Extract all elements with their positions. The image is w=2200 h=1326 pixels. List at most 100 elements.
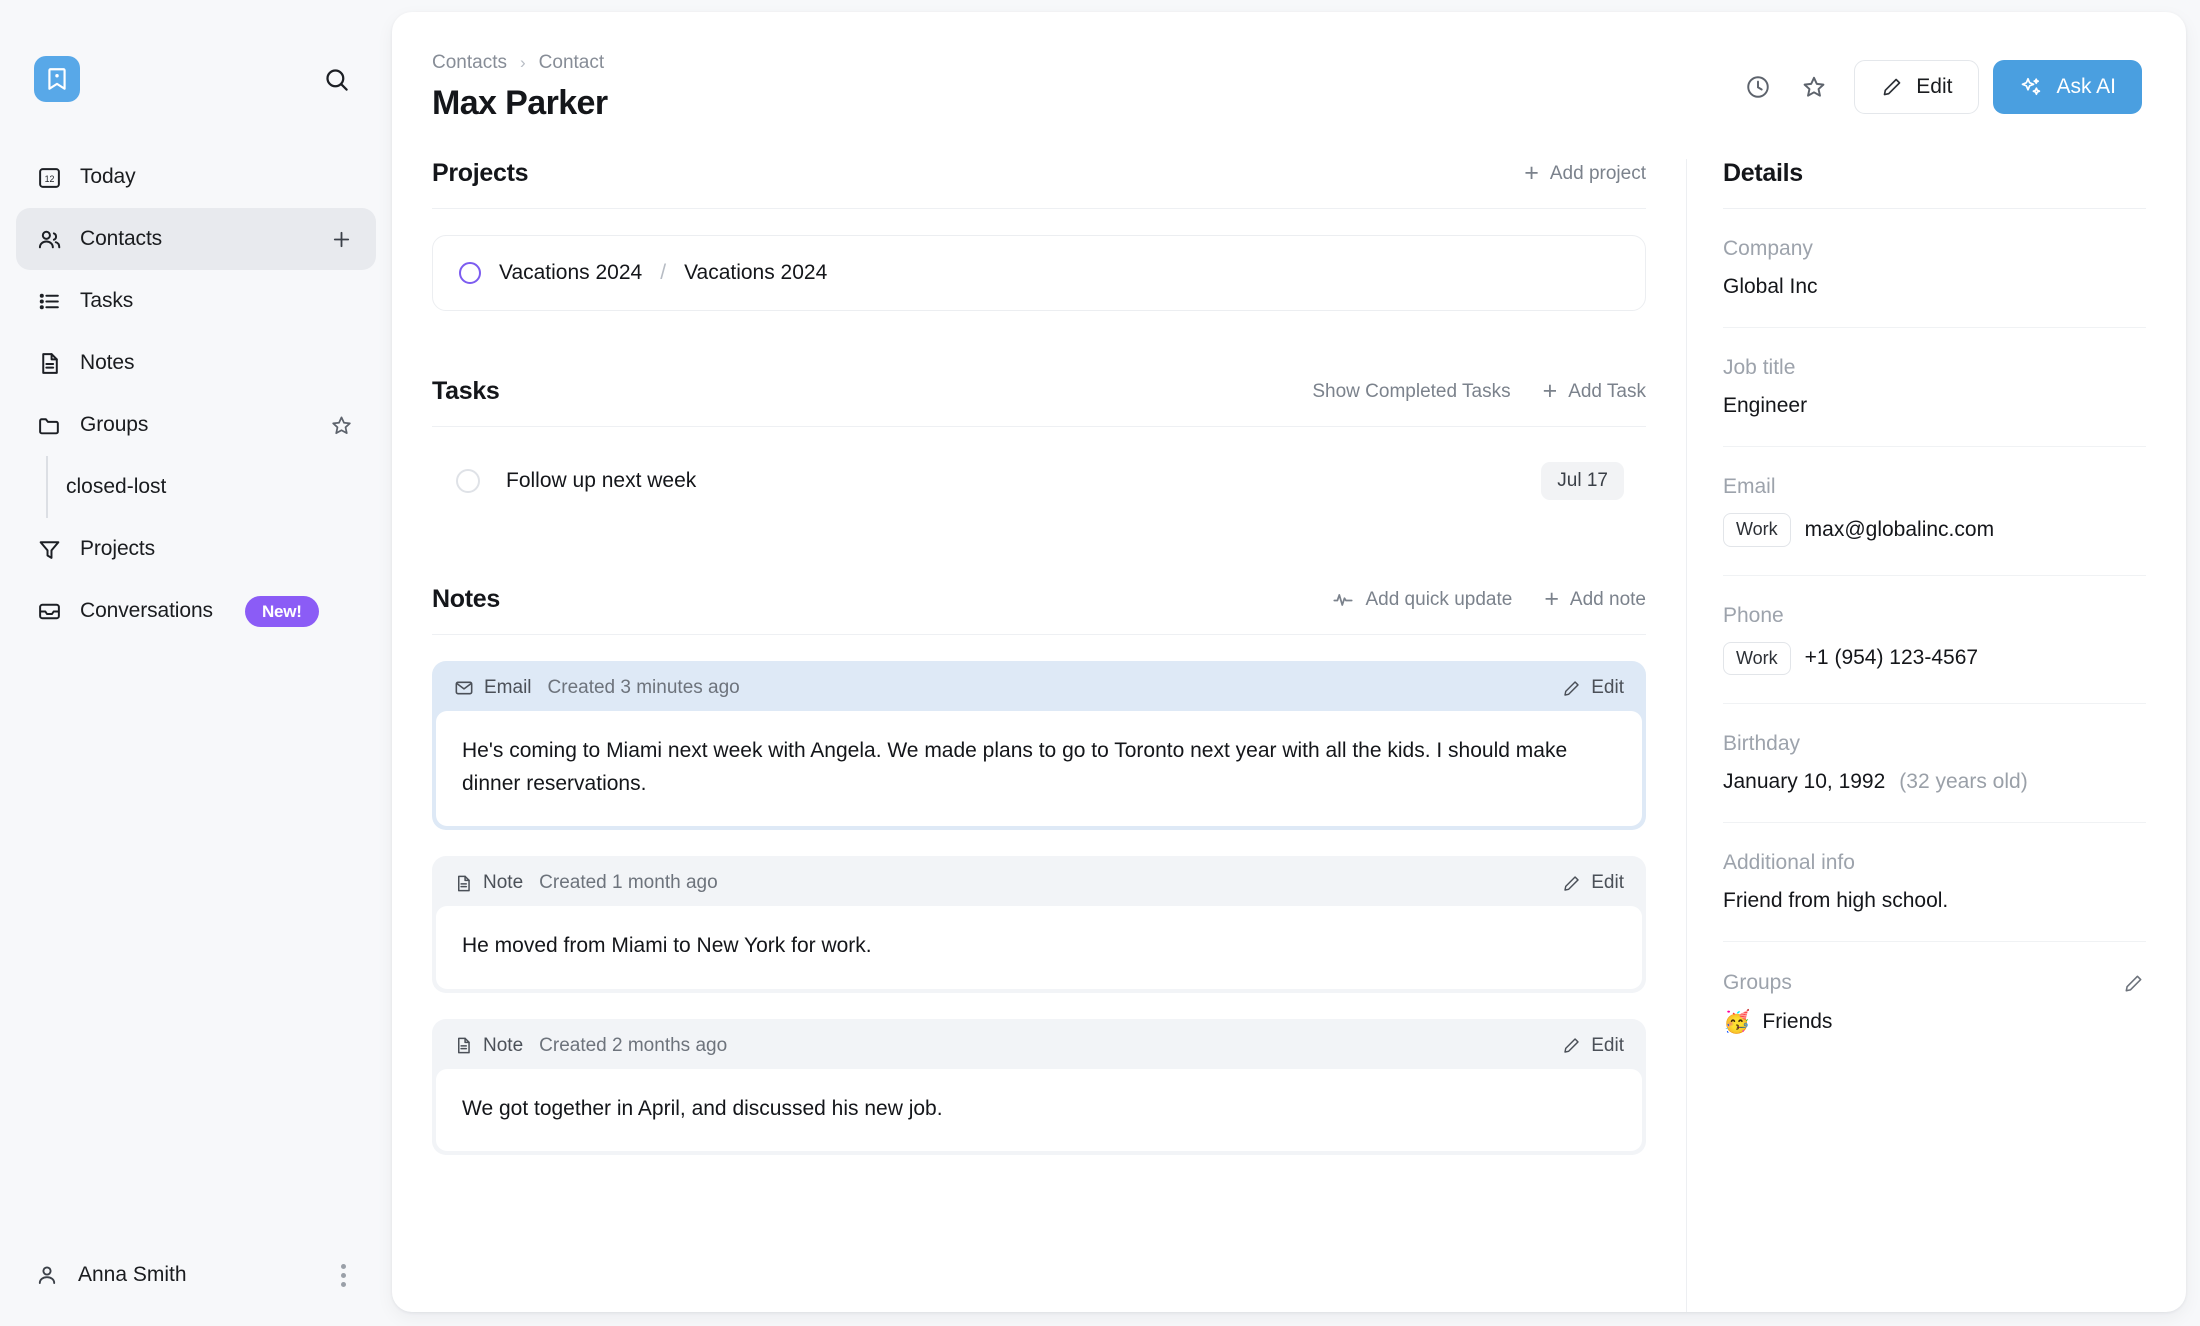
detail-additional-info[interactable]: Additional info Friend from high school.	[1723, 823, 2146, 943]
sidebar-item-label: Today	[80, 165, 136, 188]
note-card-header: Email Created 3 minutes ago Edit	[436, 665, 1642, 711]
note-kind: Note	[454, 872, 523, 894]
add-contact-button[interactable]	[326, 224, 356, 254]
more-vertical-icon[interactable]	[328, 1260, 358, 1290]
envelope-icon	[454, 678, 474, 698]
app-logo[interactable]	[34, 56, 80, 102]
tasks-section: Tasks Show Completed Tasks + Add Task Fo…	[432, 377, 1646, 517]
note-created: Created 1 month ago	[539, 872, 718, 894]
note-body: He moved from Miami to New York for work…	[436, 906, 1642, 989]
activity-icon	[1332, 589, 1354, 611]
note-card[interactable]: Email Created 3 minutes ago Edit He's co…	[432, 661, 1646, 831]
email-value[interactable]: max@globalinc.com	[1805, 518, 1994, 542]
sidebar-item-label: Projects	[80, 537, 156, 560]
edit-button[interactable]: Edit	[1854, 60, 1980, 114]
add-task-button[interactable]: + Add Task	[1543, 379, 1646, 404]
tasks-title: Tasks	[432, 377, 500, 405]
star-icon	[1801, 74, 1827, 100]
sidebar-item-notes[interactable]: Notes	[16, 332, 376, 394]
note-edit-button[interactable]: Edit	[1562, 677, 1624, 699]
detail-value-row: January 10, 1992 (32 years old)	[1723, 770, 2146, 794]
add-note-label: Add note	[1569, 588, 1646, 610]
projects-actions: + Add project	[1524, 161, 1646, 186]
favorite-groups-button[interactable]	[326, 410, 356, 440]
birthday-age: (32 years old)	[1899, 770, 2028, 794]
sidebar-item-label: Contacts	[80, 227, 163, 250]
group-list: 🥳 Friends	[1723, 1010, 2146, 1034]
details-panel: Details Company Global Inc Job title Eng…	[1686, 159, 2186, 1312]
sidebar-item-projects[interactable]: Projects	[16, 518, 376, 580]
inbox-icon	[36, 598, 62, 624]
add-project-button[interactable]: + Add project	[1524, 161, 1646, 186]
email-type-chip: Work	[1723, 513, 1791, 547]
sidebar-item-today[interactable]: 12 Today	[16, 146, 376, 208]
favorite-button[interactable]	[1786, 61, 1842, 113]
sidebar-item-conversations[interactable]: Conversations New!	[16, 580, 376, 642]
note-card[interactable]: Note Created 1 month ago Edit He moved f…	[432, 856, 1646, 993]
task-label: Follow up next week	[506, 469, 697, 492]
notes-section: Notes Add quick update + Add note Email …	[432, 585, 1646, 1156]
circle-unchecked-icon[interactable]	[456, 469, 480, 493]
detail-birthday[interactable]: Birthday January 10, 1992 (32 years old)	[1723, 704, 2146, 824]
note-kind: Email	[454, 677, 532, 699]
note-edit-label: Edit	[1591, 677, 1624, 698]
sidebar-item-label: Conversations	[80, 599, 213, 622]
note-body: He's coming to Miami next week with Ange…	[436, 711, 1642, 827]
sparkles-icon	[2019, 75, 2043, 99]
task-row[interactable]: Follow up next week Jul 17	[432, 445, 1646, 517]
phone-value[interactable]: +1 (954) 123-4567	[1805, 646, 1978, 670]
calendar-12-icon: 12	[36, 164, 62, 190]
add-project-label: Add project	[1549, 162, 1646, 184]
ask-ai-button[interactable]: Ask AI	[1993, 60, 2142, 114]
add-quick-update-button[interactable]: Add quick update	[1332, 589, 1512, 611]
plus-icon	[330, 228, 353, 251]
add-note-button[interactable]: + Add note	[1544, 587, 1646, 612]
note-edit-button[interactable]: Edit	[1562, 1035, 1624, 1057]
add-task-label: Add Task	[1568, 380, 1646, 402]
detail-email[interactable]: Email Work max@globalinc.com	[1723, 447, 2146, 576]
breadcrumb-current[interactable]: Contact	[539, 52, 604, 74]
detail-value: Engineer	[1723, 394, 1808, 417]
note-kind-label: Note	[483, 1034, 524, 1056]
sidebar-item-tasks[interactable]: Tasks	[16, 270, 376, 332]
detail-job-title[interactable]: Job title Engineer	[1723, 328, 2146, 447]
projects-section: Projects + Add project Vacations 2024 / …	[432, 159, 1646, 311]
pencil-icon	[2123, 973, 2144, 994]
history-button[interactable]	[1730, 61, 1786, 113]
sidebar-subitem-closed-lost[interactable]: closed-lost	[16, 456, 376, 518]
plus-icon: +	[1524, 159, 1539, 187]
note-card[interactable]: Note Created 2 months ago Edit We got to…	[432, 1018, 1646, 1156]
list-item[interactable]: 🥳 Friends	[1723, 1010, 1832, 1034]
detail-groups-header: Groups	[1723, 970, 2146, 996]
breadcrumb-separator-icon: ›	[519, 53, 526, 72]
plus-icon: +	[1542, 377, 1558, 405]
show-completed-tasks-button[interactable]: Show Completed Tasks	[1312, 381, 1510, 403]
breadcrumb: Contacts › Contact	[432, 52, 607, 74]
sidebar-user[interactable]: Anna Smith	[0, 1260, 392, 1326]
breadcrumb-parent[interactable]: Contacts	[432, 52, 507, 74]
sidebar-item-label: Notes	[80, 351, 135, 374]
project-row[interactable]: Vacations 2024 / Vacations 2024	[432, 235, 1646, 311]
note-edit-label: Edit	[1591, 1034, 1624, 1056]
sidebar-item-contacts[interactable]: Contacts	[16, 208, 376, 270]
edit-button-label: Edit	[1916, 75, 1953, 98]
search-button[interactable]	[314, 57, 358, 101]
edit-groups-button[interactable]	[2120, 970, 2146, 996]
pencil-icon	[1562, 874, 1581, 893]
notes-header: Notes Add quick update + Add note	[432, 585, 1646, 635]
detail-phone[interactable]: Phone Work +1 (954) 123-4567	[1723, 576, 2146, 705]
header-actions: Edit Ask AI	[1730, 52, 2142, 114]
note-edit-button[interactable]: Edit	[1562, 872, 1624, 894]
detail-label: Additional info	[1723, 851, 1855, 875]
show-completed-tasks-label: Show Completed Tasks	[1312, 380, 1511, 402]
body-split: Projects + Add project Vacations 2024 / …	[392, 159, 2186, 1312]
sidebar-item-label: Groups	[80, 413, 149, 436]
detail-value-row: Work max@globalinc.com	[1723, 513, 2146, 547]
project-name: Vacations 2024	[499, 261, 643, 284]
funnel-icon	[36, 536, 62, 562]
page-title: Max Parker	[432, 84, 608, 122]
main-panel: Contacts › Contact Max Parker Edit Ask A…	[392, 12, 2186, 1312]
detail-label: Phone	[1723, 603, 1784, 627]
detail-company[interactable]: Company Global Inc	[1723, 209, 2146, 328]
sidebar-item-groups[interactable]: Groups	[16, 394, 376, 456]
